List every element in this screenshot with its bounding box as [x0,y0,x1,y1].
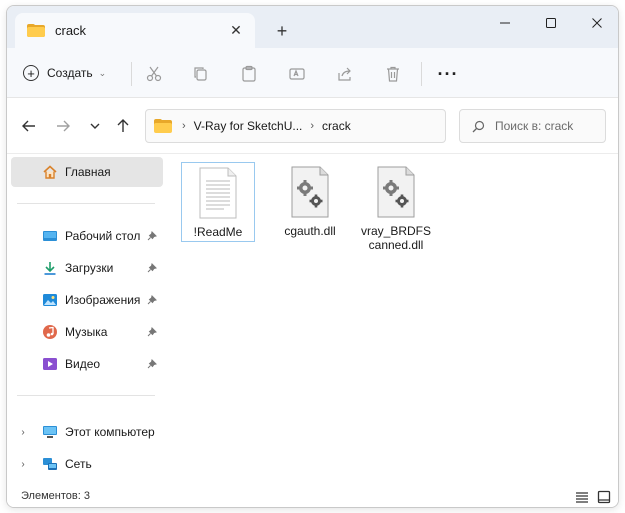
chevron-down-icon: ⌄ [98,67,107,78]
file-name: cgauth.dll [284,224,336,238]
sidebar-item-label: Этот компьютер [65,425,155,439]
search-placeholder: Поиск в: crack [495,119,574,133]
recent-locations-button[interactable] [83,114,107,138]
file-list: !ReadMe cgauth.dll vray_BRDFS canned.dll [167,154,618,484]
create-label: Создать [47,66,93,80]
item-count: Элементов: 3 [21,490,90,502]
sidebar-item-pictures[interactable]: Изображения [11,285,163,315]
maximize-icon [546,18,556,28]
create-button[interactable]: + Создать ⌄ [17,59,112,87]
sidebar-item-label: Рабочий стол [65,229,141,243]
pin-icon[interactable] [145,263,159,273]
pin-icon[interactable] [145,231,159,241]
file-name: !ReadMe [193,225,243,239]
toolbar-divider [421,62,422,86]
tab-crack[interactable]: crack ✕ [15,13,255,48]
share-button[interactable] [331,61,359,87]
sidebar-item-music[interactable]: Музыка [11,317,163,347]
toolbar-divider [131,62,132,86]
chevron-down-icon [90,123,100,129]
search-icon [472,120,485,133]
delete-button[interactable] [379,61,407,87]
desktop-icon [41,227,59,245]
file-name: vray_BRDFS canned.dll [360,224,431,252]
close-button[interactable] [574,6,618,40]
sidebar-item-videos[interactable]: Видео [11,349,163,379]
folder-icon [154,119,172,133]
sidebar-item-label: Изображения [65,293,141,307]
arrow-right-icon [57,120,70,132]
sidebar-item-label: Главная [65,165,111,179]
arrow-left-icon [22,120,35,132]
downloads-icon [41,259,59,277]
title-bar: crack ✕ + [7,6,618,48]
navigation-bar: › V-Ray for SketchU... › crack Поиск в: … [7,98,618,154]
rename-button[interactable] [283,61,311,87]
details-view-button[interactable] [575,490,589,504]
file-item-readme[interactable]: !ReadMe [181,162,255,242]
sidebar-item-home[interactable]: Главная [11,157,163,187]
close-icon [592,18,602,28]
plus-circle-icon: + [23,65,39,81]
music-icon [41,323,59,341]
rename-icon [289,68,305,80]
sidebar-divider [17,395,155,396]
details-view-icon [576,492,588,503]
sidebar-item-label: Сеть [65,457,92,471]
paste-icon [242,65,256,82]
explorer-window: crack ✕ + + Создать ⌄ ··· › V-Ray for Sk… [6,5,619,508]
new-tab-button[interactable]: + [269,18,295,44]
sidebar-item-label: Видео [65,357,101,371]
tab-title: crack [55,23,87,38]
cut-button[interactable] [140,61,168,87]
sidebar-divider [17,203,155,204]
pictures-icon [41,291,59,309]
paste-button[interactable] [235,61,263,87]
breadcrumb-vray[interactable]: V-Ray for SketchU... [194,119,303,133]
text-document-icon [198,167,238,219]
sidebar-item-label: Музыка [65,325,108,339]
sidebar-item-downloads[interactable]: Загрузки [11,253,163,283]
share-icon [338,67,351,81]
file-item-vray-brdfscanned[interactable]: vray_BRDFS canned.dll [359,162,433,252]
large-icons-view-button[interactable] [597,490,611,504]
breadcrumb-crack[interactable]: crack [322,119,351,133]
pin-icon[interactable] [145,327,159,337]
copy-button[interactable] [187,61,215,87]
address-bar[interactable]: › V-Ray for SketchU... › crack [145,109,575,143]
delete-icon [387,66,399,82]
dll-file-icon [376,166,416,218]
minimize-icon [500,22,510,24]
file-item-cgauth[interactable]: cgauth.dll [273,162,347,238]
minimize-button[interactable] [482,6,528,40]
forward-button[interactable] [51,114,75,138]
videos-icon [41,355,59,373]
back-button[interactable] [17,114,41,138]
sidebar-item-label: Загрузки [65,261,114,275]
cut-icon [146,66,162,82]
maximize-button[interactable] [528,6,574,40]
more-options-button[interactable]: ··· [433,61,463,87]
computer-icon [41,423,59,441]
arrow-up-icon [117,119,129,132]
tiles-view-icon [597,490,611,504]
command-bar: + Создать ⌄ ··· [7,48,618,98]
dll-file-icon [290,166,330,218]
tab-close-icon[interactable]: ✕ [223,18,249,44]
pin-icon[interactable] [145,295,159,305]
folder-icon [27,23,45,38]
sidebar-item-network[interactable]: Сеть [11,449,163,479]
breadcrumb-separator-icon: › [310,120,315,132]
sidebar-item-this-pc[interactable]: Этот компьютер [11,417,163,447]
status-bar: Элементов: 3 [7,484,618,507]
breadcrumb-separator-icon: › [182,120,186,132]
copy-icon [194,67,207,81]
up-button[interactable] [111,114,135,138]
home-icon [41,163,59,181]
pin-icon[interactable] [145,359,159,369]
network-icon [41,455,59,473]
sidebar-item-desktop[interactable]: Рабочий стол [11,221,163,251]
navigation-pane: Главная Рабочий стол Загрузки Изображени… [7,154,167,484]
search-input[interactable]: Поиск в: crack [459,109,606,143]
